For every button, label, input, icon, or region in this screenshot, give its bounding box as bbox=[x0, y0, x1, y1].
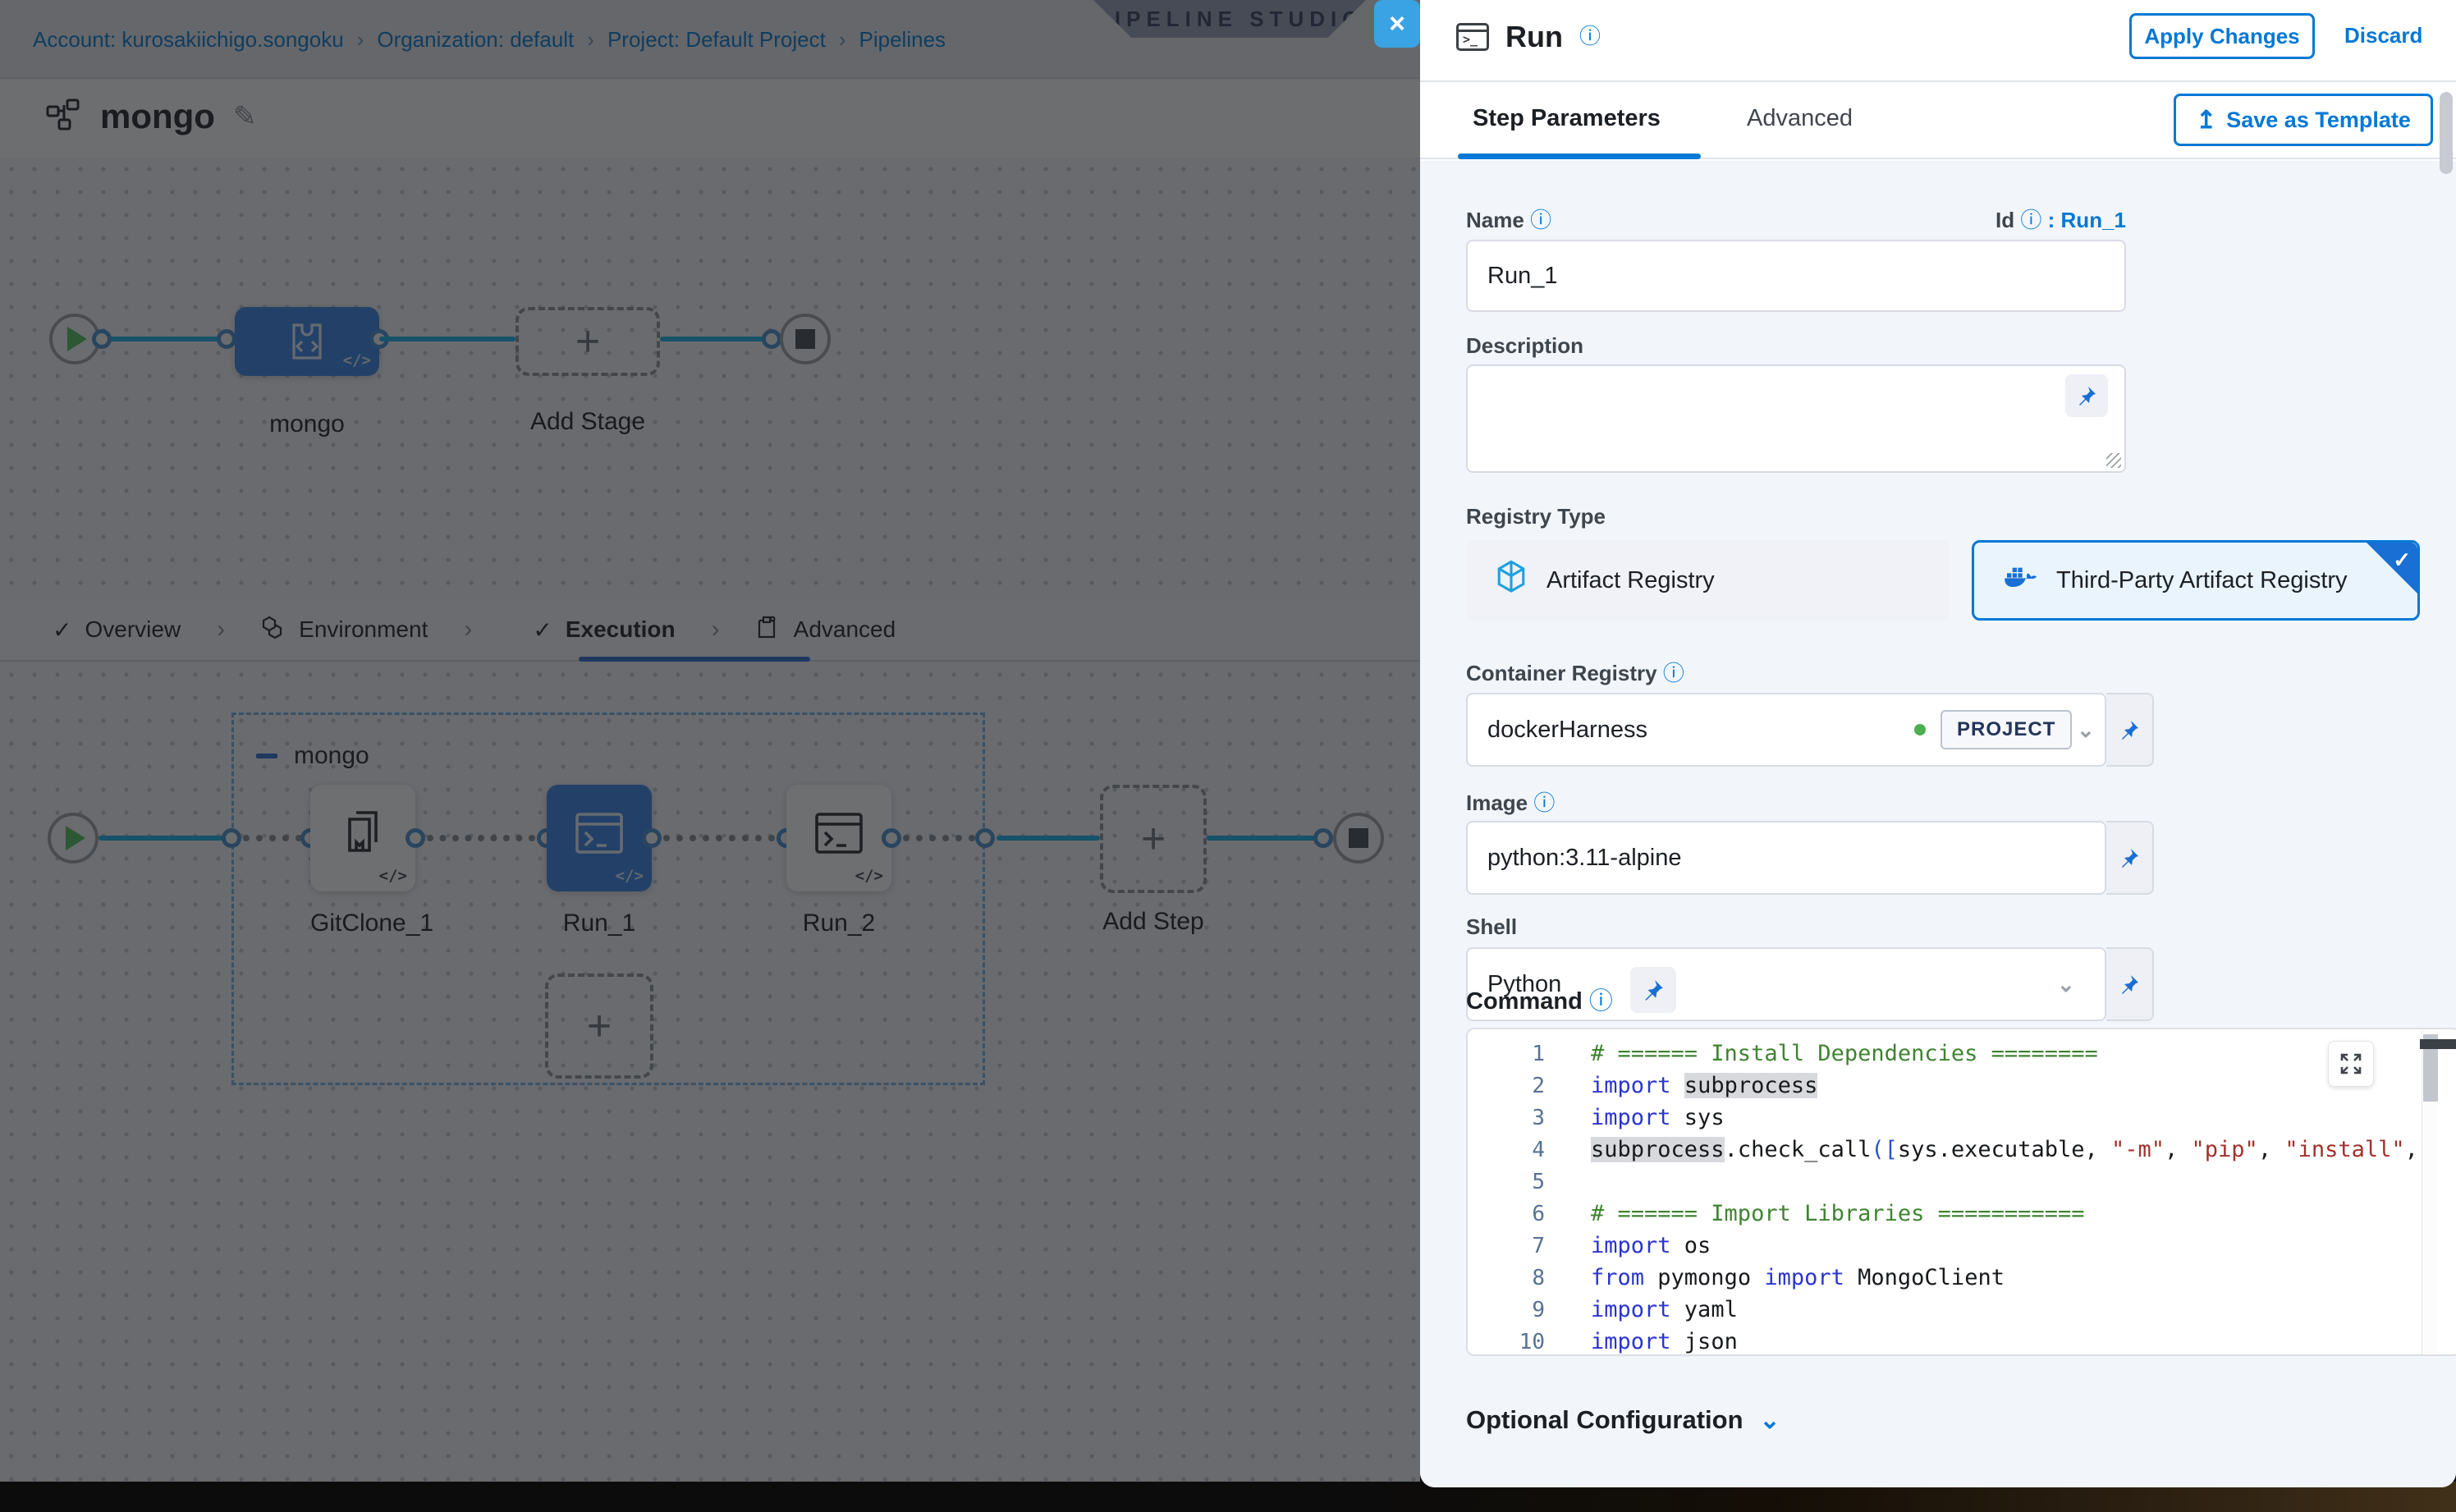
docker-icon bbox=[2004, 563, 2037, 598]
pin-runtime-input-button[interactable] bbox=[2106, 693, 2154, 767]
code-line: 2import subprocess bbox=[1468, 1070, 2456, 1102]
description-label: Description bbox=[1466, 333, 1583, 359]
pin-runtime-input-button[interactable] bbox=[1630, 967, 1676, 1013]
step-config-drawer: Run ⓘ Apply Changes Discard Step Paramet… bbox=[1420, 0, 2456, 1487]
selected-check-corner: ✓ bbox=[2367, 543, 2417, 593]
scope-badge: PROJECT bbox=[1941, 710, 2072, 749]
pin-runtime-input-button[interactable] bbox=[2106, 821, 2154, 895]
upload-icon: ↥ bbox=[2196, 106, 2216, 135]
container-registry-label: Container Registry ⓘ bbox=[1466, 657, 1684, 687]
pipeline-studio-page: Account: kurosakiichigo.songoku › Organi… bbox=[0, 0, 2456, 1512]
artifact-registry-icon bbox=[1496, 560, 1527, 601]
id-display: Id ⓘ : Run_1 bbox=[1855, 204, 2126, 234]
pin-runtime-input-button[interactable] bbox=[2065, 374, 2108, 417]
name-input[interactable]: Run_1 bbox=[1466, 240, 2126, 312]
run-step-icon bbox=[1456, 23, 1489, 51]
code-line: 1# ====== Install Dependencies ======== bbox=[1468, 1038, 2456, 1070]
save-as-template-button[interactable]: ↥ Save as Template bbox=[2174, 94, 2433, 146]
registry-type-label: Registry Type bbox=[1466, 504, 1606, 529]
drawer-tabs: Step Parameters Advanced ↥ Save as Templ… bbox=[1420, 84, 2456, 159]
chevron-down-icon: ⌄ bbox=[1760, 1406, 1780, 1435]
id-value: Run_1 bbox=[2061, 208, 2126, 232]
image-input[interactable]: python:3.11-alpine bbox=[1466, 821, 2106, 895]
code-line: 9import yaml bbox=[1468, 1294, 2456, 1326]
active-tab-underline bbox=[1458, 153, 1701, 159]
info-icon[interactable]: ⓘ bbox=[1533, 790, 1555, 815]
info-icon[interactable]: ⓘ bbox=[1663, 661, 1684, 685]
code-line: 4subprocess.check_call([sys.executable, … bbox=[1468, 1134, 2456, 1166]
image-label: Image ⓘ bbox=[1466, 786, 1555, 817]
expand-editor-button[interactable] bbox=[2328, 1041, 2374, 1087]
chevron-down-icon[interactable]: ⌄ bbox=[2077, 717, 2095, 743]
info-icon[interactable]: ⓘ bbox=[1589, 988, 1613, 1015]
chevron-down-icon[interactable]: ⌄ bbox=[2057, 972, 2075, 997]
code-line: 5 bbox=[1468, 1166, 2456, 1198]
code-line: 6# ====== Import Libraries =========== bbox=[1468, 1198, 2456, 1230]
code-line: 3import sys bbox=[1468, 1102, 2456, 1134]
pin-runtime-input-button[interactable] bbox=[2106, 947, 2154, 1021]
resize-handle[interactable] bbox=[2106, 453, 2121, 468]
info-icon[interactable]: ⓘ bbox=[1579, 24, 1601, 48]
command-label: Command ⓘ bbox=[1466, 982, 1613, 1016]
code-line: 7import os bbox=[1468, 1230, 2456, 1262]
editor-overview-mark bbox=[2420, 1039, 2456, 1049]
description-textarea[interactable] bbox=[1466, 364, 2126, 473]
name-label: Name ⓘ bbox=[1466, 204, 1551, 234]
close-drawer-button[interactable]: × bbox=[1374, 0, 1420, 48]
drawer-header: Run ⓘ Apply Changes Discard bbox=[1420, 0, 2456, 82]
optional-configuration-toggle[interactable]: Optional Configuration ⌄ bbox=[1466, 1405, 1780, 1435]
modal-dim-overlay[interactable] bbox=[0, 0, 1420, 1482]
tab-step-parameters[interactable]: Step Parameters bbox=[1473, 105, 1661, 132]
command-code-editor[interactable]: 1# ====== Install Dependencies ========2… bbox=[1466, 1028, 2456, 1356]
drawer-scrollbar-thumb[interactable] bbox=[2440, 92, 2453, 174]
shell-label: Shell bbox=[1466, 914, 1517, 940]
connectivity-status-dot bbox=[1914, 724, 1926, 735]
code-line: 8from pymongo import MongoClient bbox=[1468, 1262, 2456, 1294]
info-icon[interactable]: ⓘ bbox=[2020, 208, 2041, 232]
code-line: 10import json bbox=[1468, 1326, 2456, 1356]
discard-button[interactable]: Discard bbox=[2344, 23, 2422, 48]
tab-advanced[interactable]: Advanced bbox=[1747, 105, 1853, 132]
container-registry-input[interactable]: dockerHarness PROJECT ⌄ bbox=[1466, 693, 2106, 767]
step-parameters-panel: Name ⓘ Id ⓘ : Run_1 Run_1 Description Re… bbox=[1420, 161, 2456, 1487]
registry-option-artifact[interactable]: Artifact Registry bbox=[1466, 540, 1950, 621]
info-icon[interactable]: ⓘ bbox=[1530, 208, 1551, 232]
apply-changes-button[interactable]: Apply Changes bbox=[2129, 13, 2315, 59]
registry-option-third-party[interactable]: Third-Party Artifact Registry ✓ bbox=[1972, 540, 2420, 621]
drawer-title: Run ⓘ bbox=[1505, 20, 1601, 54]
code-lines: 1# ====== Install Dependencies ========2… bbox=[1468, 1029, 2456, 1356]
